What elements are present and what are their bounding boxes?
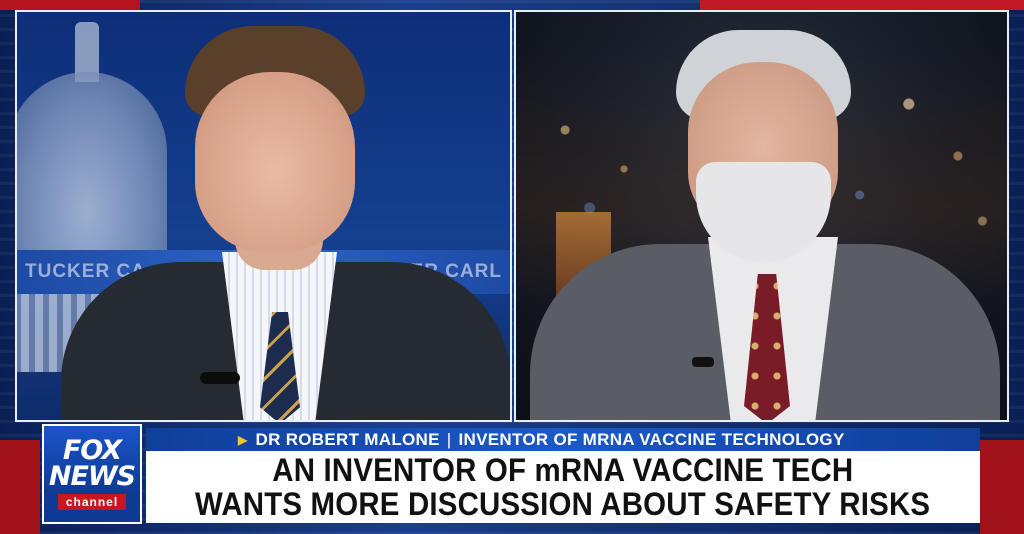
- headline-line-2: WANTS MORE DISCUSSION ABOUT SAFETY RISKS: [195, 486, 931, 522]
- capitol-dome-image: [17, 72, 167, 272]
- name-title-separator: |: [446, 429, 452, 449]
- guest-title: INVENTOR OF MRNA VACCINE TECHNOLOGY: [458, 429, 845, 449]
- fox-news-logo: FOX NEWS channel: [42, 424, 142, 524]
- logo-text-news: NEWS: [48, 461, 136, 492]
- headline-line-1: AN INVENTOR OF mRNA VACCINE TECH: [272, 452, 854, 488]
- triangle-right-icon: ▶: [238, 432, 248, 447]
- host-face: [195, 72, 355, 252]
- red-accent-block: [980, 440, 1024, 534]
- logo-text-channel: channel: [57, 494, 127, 510]
- guest-name-bar: ▶ DR ROBERT MALONE | INVENTOR OF MRNA VA…: [146, 428, 980, 451]
- red-accent-strip: [0, 0, 140, 10]
- lapel-mic-icon: [692, 357, 714, 367]
- guest-video-panel: [514, 10, 1009, 422]
- host-video-panel: TUCKER CA KER CARL: [15, 10, 512, 422]
- red-accent-strip: [700, 0, 1024, 10]
- lapel-mic-icon: [200, 372, 240, 384]
- guest-name: DR ROBERT MALONE: [255, 429, 440, 449]
- headline-banner: AN INVENTOR OF mRNA VACCINE TECH WANTS M…: [146, 451, 980, 523]
- red-accent-block: [0, 440, 40, 534]
